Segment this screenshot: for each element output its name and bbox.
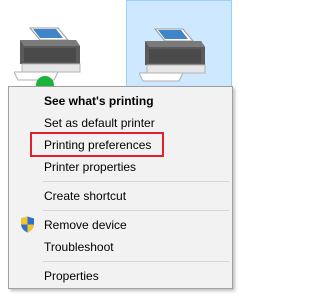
uac-shield-icon [21, 216, 34, 233]
menu-item-label: Remove device [44, 218, 127, 232]
menu-item-troubleshoot[interactable]: Troubleshoot [9, 236, 232, 258]
menu-item-label: See what's printing [44, 94, 154, 108]
printer-tile-2-selected[interactable] [126, 0, 232, 100]
highlight-box [30, 132, 164, 157]
menu-item-remove-device[interactable]: Remove device [9, 214, 232, 236]
menu-item-label: Printer properties [44, 160, 137, 174]
menu-item-properties[interactable]: Properties [9, 265, 232, 287]
menu-item-set-default-printer[interactable]: Set as default printer [9, 112, 232, 134]
menu-item-label: Troubleshoot [44, 240, 114, 254]
menu-item-label: Properties [44, 269, 99, 283]
menu-separator [43, 210, 229, 211]
menu-item-printer-properties[interactable]: Printer properties [9, 156, 232, 178]
printer-icon [139, 28, 206, 82]
menu-item-see-whats-printing[interactable]: See what's printing [9, 90, 232, 112]
menu-separator [43, 261, 229, 262]
menu-item-label: Create shortcut [44, 189, 127, 203]
menu-item-create-shortcut[interactable]: Create shortcut [9, 185, 232, 207]
menu-item-label: Set as default printer [44, 116, 155, 130]
printer-icon [14, 27, 81, 81]
printer-tile-1[interactable] [0, 0, 110, 100]
menu-separator [43, 181, 229, 182]
context-menu: See what's printing Set as default print… [8, 86, 233, 289]
